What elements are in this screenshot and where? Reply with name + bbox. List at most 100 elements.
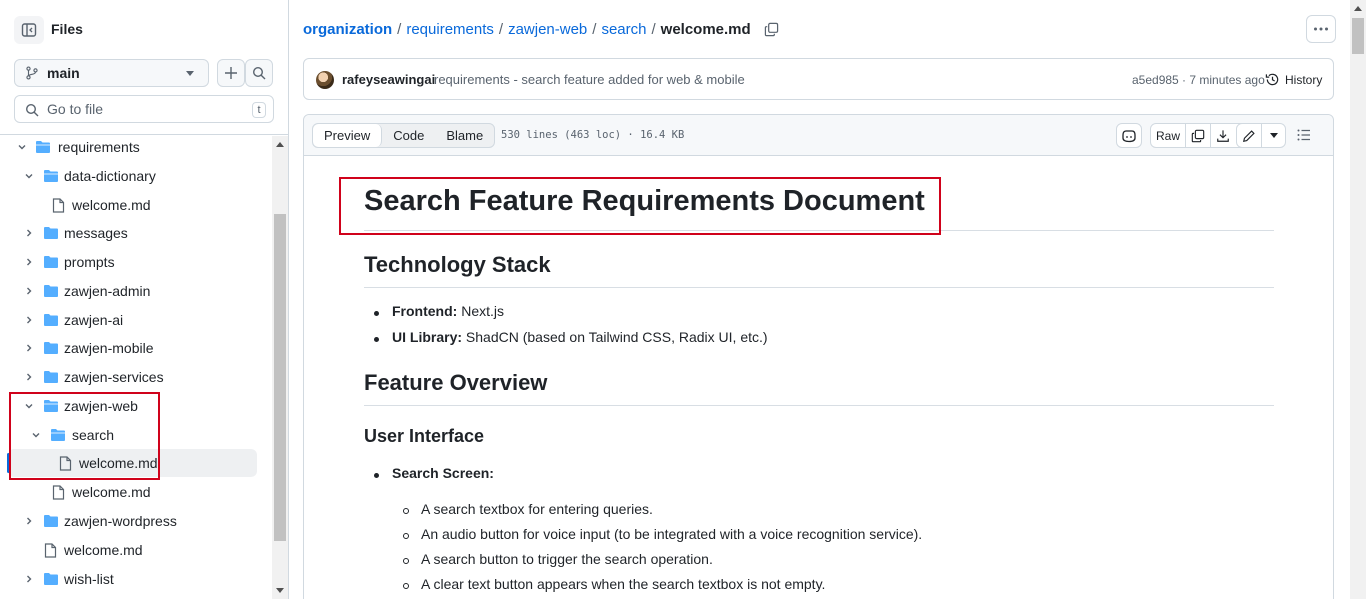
list-item: An audio button for voice input (to be i… <box>421 526 923 542</box>
raw-button[interactable]: Raw <box>1151 124 1185 147</box>
file-tree: requirements data-dictionary welcome.md … <box>0 136 272 599</box>
download-button[interactable] <box>1210 124 1235 147</box>
breadcrumb-link[interactable]: zawjen-web <box>508 21 587 38</box>
scroll-up-arrow-icon[interactable] <box>1354 6 1362 11</box>
tree-item-label: messages <box>64 225 128 241</box>
folder-icon <box>44 285 58 297</box>
chevron-right-icon[interactable] <box>23 314 35 326</box>
folder-icon <box>44 515 58 527</box>
go-to-file-input[interactable]: Go to file t <box>14 95 274 123</box>
tree-item-folder[interactable]: prompts <box>0 248 266 276</box>
tab-blame[interactable]: Blame <box>435 124 494 147</box>
breadcrumb-link[interactable]: organization <box>303 21 392 38</box>
tree-item-file[interactable]: welcome.md <box>0 536 266 564</box>
scroll-down-arrow-icon[interactable] <box>276 588 284 593</box>
history-label: History <box>1285 72 1323 87</box>
copy-raw-button[interactable] <box>1185 124 1210 147</box>
breadcrumb-link[interactable]: requirements <box>406 21 494 38</box>
tab-code[interactable]: Code <box>382 124 435 147</box>
list-bullet <box>374 311 379 316</box>
chevron-right-icon[interactable] <box>23 573 35 585</box>
tree-item-folder[interactable]: search <box>0 421 266 449</box>
tree-item-folder[interactable]: zawjen-admin <box>0 277 266 305</box>
tree-item-label: welcome.md <box>72 197 151 213</box>
tree-item-label: zawjen-mobile <box>64 340 154 356</box>
tree-item-folder[interactable]: data-dictionary <box>0 162 266 190</box>
outline-button[interactable] <box>1296 127 1312 146</box>
commit-message[interactable]: requirements - search feature added for … <box>434 72 745 87</box>
breadcrumb-link[interactable]: search <box>601 21 646 38</box>
more-options-button[interactable] <box>1306 15 1336 43</box>
edit-file-button[interactable] <box>1237 124 1261 147</box>
avatar[interactable] <box>316 71 334 89</box>
chevron-down-icon[interactable] <box>23 170 35 182</box>
heading-technology-stack: Technology Stack <box>364 252 1274 288</box>
breadcrumb-separator: / <box>498 21 504 38</box>
list-item: A search textbox for entering queries. <box>421 501 653 517</box>
list-bullet-circle <box>403 533 409 539</box>
search-icon <box>25 103 39 117</box>
commit-author[interactable]: rafeyseawingai <box>342 72 435 87</box>
file-tree-sidebar: Files main Go to file t requirements dat… <box>0 0 289 599</box>
chevron-down-icon[interactable] <box>30 429 42 441</box>
file-view: organization / requirements / zawjen-web… <box>289 0 1366 599</box>
go-to-file-placeholder: Go to file <box>47 101 104 117</box>
tree-item-folder[interactable]: wish-list <box>0 565 266 593</box>
file-content-box: Preview Code Blame 530 lines (463 loc) ·… <box>303 114 1334 599</box>
collapse-sidebar-button[interactable] <box>14 16 44 44</box>
edit-dropdown-button[interactable] <box>1261 124 1285 147</box>
tree-item-folder[interactable]: zawjen-services <box>0 363 266 391</box>
keyboard-shortcut-hint: t <box>252 102 266 118</box>
breadcrumb-separator: / <box>592 21 597 38</box>
list-unordered-icon <box>1297 129 1310 141</box>
search-files-button[interactable] <box>245 59 273 87</box>
page-scrollbar[interactable] <box>1350 0 1366 599</box>
chevron-right-icon[interactable] <box>23 256 35 268</box>
file-icon <box>44 543 57 558</box>
tree-item-folder[interactable]: messages <box>0 219 266 247</box>
chevron-right-icon[interactable] <box>23 515 35 527</box>
page-scroll-thumb[interactable] <box>1352 18 1364 54</box>
tree-item-folder[interactable]: zawjen-wordpress <box>0 507 266 535</box>
tree-item-file-active[interactable]: welcome.md <box>7 449 257 477</box>
folder-icon <box>44 256 58 268</box>
chevron-right-icon[interactable] <box>23 371 35 383</box>
copilot-button[interactable] <box>1116 123 1142 148</box>
folder-icon <box>44 573 58 585</box>
kebab-horizontal-icon <box>1314 27 1328 31</box>
tree-item-folder[interactable]: zawjen-ai <box>0 306 266 334</box>
add-file-button[interactable] <box>217 59 245 87</box>
chevron-right-icon[interactable] <box>23 285 35 297</box>
chevron-down-icon[interactable] <box>23 400 35 412</box>
tab-preview[interactable]: Preview <box>313 124 383 147</box>
sidebar-title: Files <box>51 21 83 37</box>
tree-item-label: wish-list <box>64 571 114 587</box>
plus-icon <box>225 67 237 79</box>
chevron-down-icon <box>186 71 194 76</box>
heading-feature-overview: Feature Overview <box>364 370 1274 406</box>
history-icon <box>1265 73 1279 86</box>
tree-item-file[interactable]: welcome.md <box>0 478 266 506</box>
list-item: A search button to trigger the search op… <box>421 551 713 567</box>
chevron-down-icon[interactable] <box>16 141 28 153</box>
history-button[interactable]: History <box>1265 72 1322 87</box>
tree-item-folder[interactable]: requirements <box>0 136 266 161</box>
document-title: Search Feature Requirements Document <box>364 185 1274 231</box>
tree-item-file[interactable]: welcome.md <box>0 191 266 219</box>
folder-icon <box>44 314 58 326</box>
tree-item-folder[interactable]: zawjen-mobile <box>0 334 266 362</box>
sidebar-scroll-thumb[interactable] <box>274 214 286 541</box>
copy-path-icon[interactable] <box>764 22 779 37</box>
branch-selector[interactable]: main <box>14 59 209 87</box>
tree-item-folder[interactable]: zawjen-web <box>0 392 266 420</box>
commit-meta[interactable]: a5ed985 · 7 minutes ago <box>1132 73 1265 87</box>
folder-open-icon <box>51 429 65 441</box>
file-icon <box>52 485 65 500</box>
tree-item-label: search <box>72 427 115 443</box>
chevron-right-icon[interactable] <box>23 342 35 354</box>
chevron-right-icon[interactable] <box>23 227 35 239</box>
file-header: Preview Code Blame 530 lines (463 loc) ·… <box>304 115 1333 156</box>
scroll-up-arrow-icon[interactable] <box>276 142 284 147</box>
git-branch-icon <box>26 66 38 80</box>
breadcrumb-separator: / <box>651 21 656 38</box>
